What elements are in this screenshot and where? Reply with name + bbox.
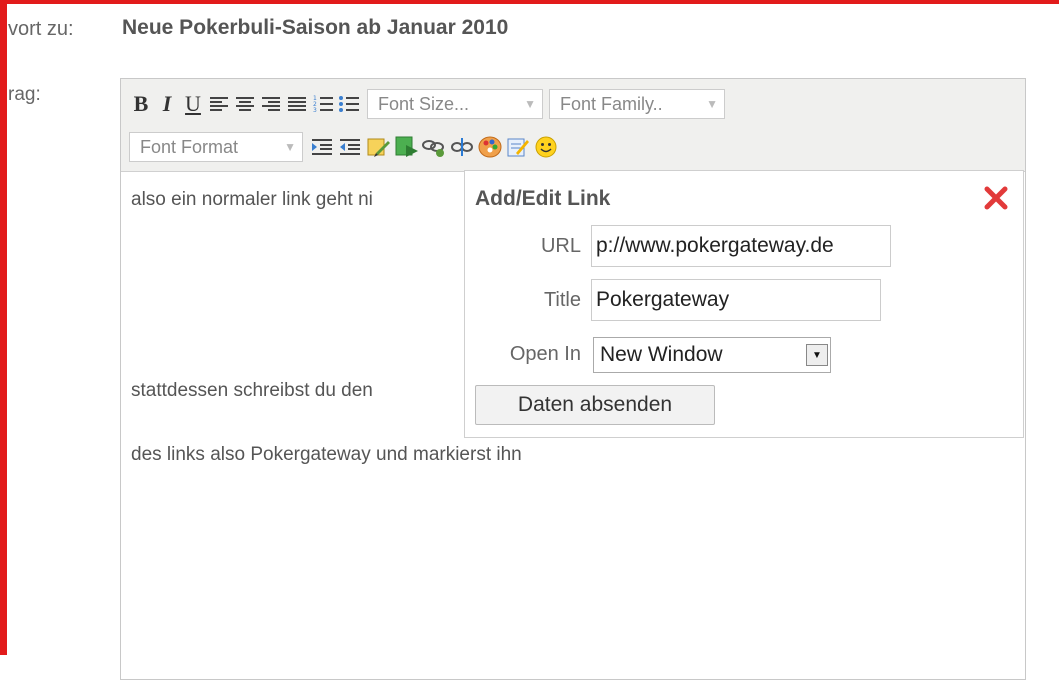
italic-button[interactable]: I (155, 90, 179, 118)
unlink-icon[interactable] (449, 134, 475, 160)
title-label: Title (543, 289, 581, 311)
font-size-label: Font Size... (378, 93, 470, 114)
font-family-select[interactable]: Font Family.. ▼ (549, 89, 725, 119)
align-right-icon[interactable] (259, 90, 283, 118)
svg-text:3: 3 (313, 107, 317, 113)
open-in-label: Open In (509, 343, 581, 365)
smiley-icon[interactable] (533, 134, 559, 160)
edit-icon[interactable] (505, 134, 531, 160)
post-body-label: rag: (8, 84, 41, 105)
add-edit-link-dialog: Add/Edit Link URL Title Open In New Wind… (464, 170, 1024, 438)
dialog-title: Add/Edit Link (475, 187, 611, 210)
close-icon[interactable] (983, 185, 1009, 211)
bold-button[interactable]: B (129, 90, 153, 118)
open-in-value: New Window (600, 343, 723, 366)
unordered-list-icon[interactable] (337, 90, 361, 118)
ordered-list-icon[interactable]: 123 (311, 90, 335, 118)
chevron-down-icon: ▼ (706, 97, 718, 111)
chevron-down-icon: ▼ (524, 97, 536, 111)
reply-topic-title: Neue Pokerbuli-Saison ab Januar 2010 (122, 16, 509, 39)
align-left-icon[interactable] (207, 90, 231, 118)
title-input[interactable] (591, 279, 881, 321)
underline-button[interactable]: U (181, 90, 205, 118)
url-label: URL (540, 235, 581, 257)
red-frame-left (0, 0, 7, 655)
editor-toolbar: B I U 123 Font Size... ▼ Font Family.. ▼… (121, 79, 1025, 172)
chevron-down-icon: ▼ (806, 344, 828, 366)
align-center-icon[interactable] (233, 90, 257, 118)
font-size-select[interactable]: Font Size... ▼ (367, 89, 543, 119)
outdent-icon[interactable] (337, 134, 363, 160)
font-format-label: Font Format (140, 136, 239, 157)
reply-to-label: vort zu: (8, 18, 74, 40)
link-icon[interactable] (421, 134, 447, 160)
editor-text-line-3: des links also Pokergateway und markiers… (131, 444, 522, 465)
editor-text-line-2: stattdessen schreibst du den (131, 380, 373, 401)
toolbar-row-1: B I U 123 Font Size... ▼ Font Family.. ▼ (129, 87, 731, 121)
editor-text-line-1: also ein normaler link geht ni (131, 189, 373, 210)
insert-image-icon[interactable] (393, 134, 419, 160)
font-format-select[interactable]: Font Format ▼ (129, 132, 303, 162)
toolbar-row-2: Font Format ▼ (129, 130, 561, 164)
font-family-label: Font Family.. (560, 93, 663, 114)
align-justify-icon[interactable] (285, 90, 309, 118)
submit-button[interactable]: Daten absenden (475, 385, 715, 425)
indent-icon[interactable] (309, 134, 335, 160)
color-palette-icon[interactable] (477, 134, 503, 160)
url-input[interactable] (591, 225, 891, 267)
chevron-down-icon: ▼ (284, 140, 296, 154)
open-in-select[interactable]: New Window ▼ (593, 337, 831, 373)
red-frame-top (0, 0, 1059, 4)
edit-image-icon[interactable] (365, 134, 391, 160)
